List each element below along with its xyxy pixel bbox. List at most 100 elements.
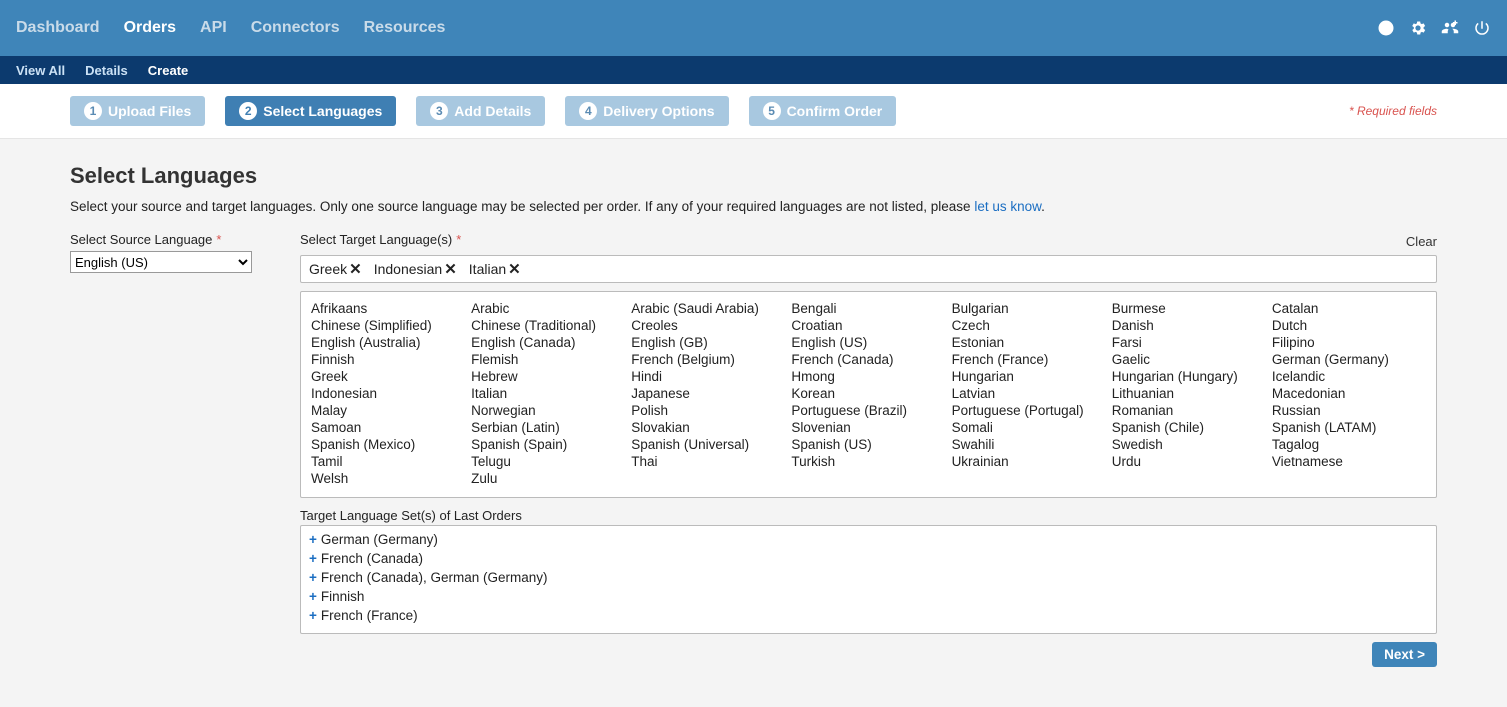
- language-option[interactable]: Slovakian: [631, 419, 785, 436]
- language-option[interactable]: Russian: [1272, 402, 1426, 419]
- step-button[interactable]: 3Add Details: [416, 96, 545, 126]
- topnav-item[interactable]: API: [200, 19, 227, 37]
- language-option[interactable]: Latvian: [952, 385, 1106, 402]
- language-option[interactable]: French (France): [952, 351, 1106, 368]
- language-option[interactable]: Czech: [952, 317, 1106, 334]
- language-option[interactable]: Polish: [631, 402, 785, 419]
- language-option[interactable]: Spanish (LATAM): [1272, 419, 1426, 436]
- topnav-item[interactable]: Orders: [124, 19, 176, 37]
- language-option[interactable]: Thai: [631, 453, 785, 470]
- step-button[interactable]: 5Confirm Order: [749, 96, 897, 126]
- remove-language-icon[interactable]: ✕: [349, 262, 362, 277]
- language-option[interactable]: Lithuanian: [1112, 385, 1266, 402]
- language-option[interactable]: French (Canada): [791, 351, 945, 368]
- language-option[interactable]: Tamil: [311, 453, 465, 470]
- language-option[interactable]: Spanish (Mexico): [311, 436, 465, 453]
- language-option[interactable]: Korean: [791, 385, 945, 402]
- language-option[interactable]: Swedish: [1112, 436, 1266, 453]
- language-option[interactable]: Spanish (Chile): [1112, 419, 1266, 436]
- language-option[interactable]: English (GB): [631, 334, 785, 351]
- language-option[interactable]: Malay: [311, 402, 465, 419]
- language-option[interactable]: Somali: [952, 419, 1106, 436]
- last-order-set[interactable]: +German (Germany): [309, 530, 1428, 549]
- gear-icon[interactable]: [1409, 19, 1427, 37]
- topnav-item[interactable]: Dashboard: [16, 19, 100, 37]
- language-option[interactable]: Burmese: [1112, 300, 1266, 317]
- language-option[interactable]: Gaelic: [1112, 351, 1266, 368]
- language-option[interactable]: Hmong: [791, 368, 945, 385]
- plus-circle-icon[interactable]: [1377, 19, 1395, 37]
- remove-language-icon[interactable]: ✕: [444, 262, 457, 277]
- language-option[interactable]: Samoan: [311, 419, 465, 436]
- last-order-set[interactable]: +Finnish: [309, 587, 1428, 606]
- language-option[interactable]: Zulu: [471, 470, 625, 487]
- language-option[interactable]: Creoles: [631, 317, 785, 334]
- step-button[interactable]: 1Upload Files: [70, 96, 205, 126]
- topnav-item[interactable]: Connectors: [251, 19, 340, 37]
- contact-link[interactable]: let us know: [974, 199, 1041, 214]
- subnav-item[interactable]: Details: [85, 63, 128, 78]
- language-option[interactable]: Portuguese (Portugal): [952, 402, 1106, 419]
- topnav-item[interactable]: Resources: [364, 19, 446, 37]
- power-icon[interactable]: [1473, 19, 1491, 37]
- language-option[interactable]: English (Australia): [311, 334, 465, 351]
- language-option[interactable]: Arabic (Saudi Arabia): [631, 300, 785, 317]
- last-order-set[interactable]: +French (France): [309, 606, 1428, 625]
- language-option[interactable]: Arabic: [471, 300, 625, 317]
- language-option[interactable]: English (Canada): [471, 334, 625, 351]
- language-option[interactable]: Greek: [311, 368, 465, 385]
- last-order-set[interactable]: +French (Canada): [309, 549, 1428, 568]
- step-button[interactable]: 2Select Languages: [225, 96, 396, 126]
- language-option[interactable]: Bulgarian: [952, 300, 1106, 317]
- language-option[interactable]: Macedonian: [1272, 385, 1426, 402]
- language-option[interactable]: English (US): [791, 334, 945, 351]
- language-option[interactable]: Catalan: [1272, 300, 1426, 317]
- language-option[interactable]: Tagalog: [1272, 436, 1426, 453]
- step-button[interactable]: 4Delivery Options: [565, 96, 728, 126]
- language-option[interactable]: Serbian (Latin): [471, 419, 625, 436]
- language-option[interactable]: Italian: [471, 385, 625, 402]
- next-button[interactable]: Next >: [1372, 642, 1437, 667]
- language-option[interactable]: Japanese: [631, 385, 785, 402]
- language-option[interactable]: Farsi: [1112, 334, 1266, 351]
- language-option[interactable]: Indonesian: [311, 385, 465, 402]
- language-option[interactable]: Urdu: [1112, 453, 1266, 470]
- last-order-set[interactable]: +French (Canada), German (Germany): [309, 568, 1428, 587]
- language-option[interactable]: Slovenian: [791, 419, 945, 436]
- language-option[interactable]: Icelandic: [1272, 368, 1426, 385]
- users-icon[interactable]: [1441, 19, 1459, 37]
- language-option[interactable]: Spanish (Spain): [471, 436, 625, 453]
- selected-languages-box[interactable]: Greek✕Indonesian✕Italian✕: [300, 255, 1437, 283]
- language-option[interactable]: Croatian: [791, 317, 945, 334]
- language-option[interactable]: Afrikaans: [311, 300, 465, 317]
- language-option[interactable]: Hebrew: [471, 368, 625, 385]
- language-option[interactable]: French (Belgium): [631, 351, 785, 368]
- language-option[interactable]: Chinese (Traditional): [471, 317, 625, 334]
- language-option[interactable]: Portuguese (Brazil): [791, 402, 945, 419]
- language-option[interactable]: Estonian: [952, 334, 1106, 351]
- subnav-item[interactable]: View All: [16, 63, 65, 78]
- language-option[interactable]: Hungarian: [952, 368, 1106, 385]
- language-option[interactable]: Spanish (US): [791, 436, 945, 453]
- language-option[interactable]: Danish: [1112, 317, 1266, 334]
- language-option[interactable]: Turkish: [791, 453, 945, 470]
- language-option[interactable]: German (Germany): [1272, 351, 1426, 368]
- language-option[interactable]: Hungarian (Hungary): [1112, 368, 1266, 385]
- source-language-select[interactable]: English (US): [70, 251, 252, 273]
- language-option[interactable]: Ukrainian: [952, 453, 1106, 470]
- language-option[interactable]: Bengali: [791, 300, 945, 317]
- language-option[interactable]: Norwegian: [471, 402, 625, 419]
- clear-button[interactable]: Clear: [1406, 234, 1437, 249]
- language-option[interactable]: Vietnamese: [1272, 453, 1426, 470]
- language-option[interactable]: Chinese (Simplified): [311, 317, 465, 334]
- language-option[interactable]: Spanish (Universal): [631, 436, 785, 453]
- language-option[interactable]: Welsh: [311, 470, 465, 487]
- language-option[interactable]: Swahili: [952, 436, 1106, 453]
- language-option[interactable]: Finnish: [311, 351, 465, 368]
- language-option[interactable]: Filipino: [1272, 334, 1426, 351]
- language-option[interactable]: Telugu: [471, 453, 625, 470]
- remove-language-icon[interactable]: ✕: [508, 262, 521, 277]
- language-option[interactable]: Romanian: [1112, 402, 1266, 419]
- language-option[interactable]: Flemish: [471, 351, 625, 368]
- subnav-item[interactable]: Create: [148, 63, 188, 78]
